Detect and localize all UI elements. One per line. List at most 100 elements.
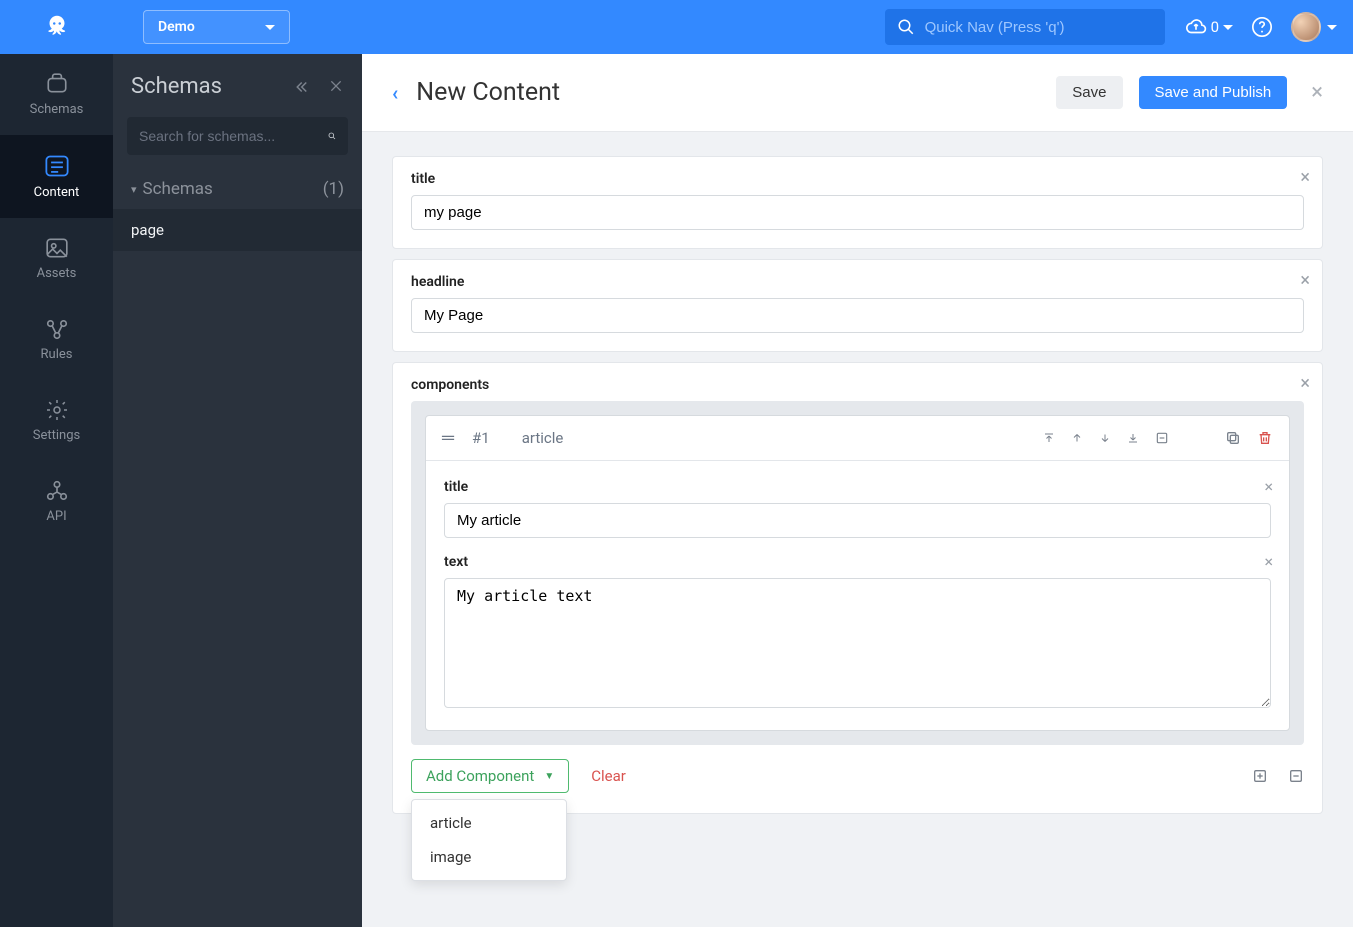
component-field-title: × title [444, 479, 1271, 538]
field-title: × title [392, 156, 1323, 249]
component-type: article [522, 429, 564, 447]
schemas-panel: Schemas ▾ Schemas (1) page [113, 54, 362, 927]
component-header: ═ #1 article [426, 416, 1289, 461]
search-icon [328, 126, 336, 146]
field-headline: × headline [392, 259, 1323, 352]
add-component-label: Add Component [426, 767, 534, 785]
main-content: ‹ New Content Save Save and Publish × × … [362, 54, 1353, 927]
main-header: ‹ New Content Save Save and Publish × [362, 54, 1353, 132]
group-label: Schemas [143, 179, 213, 199]
field-components: × components ═ #1 article [392, 362, 1323, 814]
clear-field-icon[interactable]: × [1300, 373, 1310, 394]
component-field-text: × text [444, 554, 1271, 712]
schemas-icon [43, 72, 71, 96]
form-area: × title × headline × components ═ #1 [362, 132, 1353, 864]
upload-count: 0 [1211, 18, 1219, 36]
collapse-icon[interactable] [292, 78, 310, 96]
search-icon [897, 18, 915, 36]
nav-item-schemas[interactable]: Schemas [0, 54, 113, 135]
nav-label: Rules [41, 347, 73, 362]
topbar-right: 0 [1185, 12, 1337, 42]
schema-group-header[interactable]: ▾ Schemas (1) [113, 169, 362, 209]
component-actions: Add Component ▼ Clear article image [411, 759, 1304, 793]
collapse-icon[interactable] [1155, 431, 1169, 445]
add-component-button[interactable]: Add Component ▼ [411, 759, 569, 793]
nav-label: Settings [33, 428, 80, 443]
move-down-icon[interactable] [1099, 432, 1111, 444]
dropdown-option-article[interactable]: article [412, 806, 566, 840]
schema-item-page[interactable]: page [113, 209, 362, 251]
delete-icon[interactable] [1257, 430, 1273, 446]
schema-search-input[interactable] [139, 128, 320, 144]
page-title: New Content [416, 78, 560, 107]
user-menu[interactable] [1291, 12, 1337, 42]
octopus-icon [42, 12, 72, 42]
cloud-upload-icon [1185, 16, 1207, 38]
schema-item-label: page [131, 221, 164, 239]
field-label: title [444, 479, 1271, 495]
rules-icon [43, 317, 71, 341]
clear-field-icon[interactable]: × [1300, 270, 1310, 291]
help-icon[interactable] [1251, 16, 1273, 38]
left-nav: Schemas Content Assets Rules Settings AP… [0, 54, 113, 927]
move-top-icon[interactable] [1043, 432, 1055, 444]
component-item: ═ #1 article [425, 415, 1290, 731]
avatar [1291, 12, 1321, 42]
nav-item-rules[interactable]: Rules [0, 299, 113, 380]
field-label: title [411, 171, 1304, 187]
nav-label: Schemas [30, 102, 84, 117]
group-count: (1) [323, 179, 344, 199]
quick-nav-input[interactable] [925, 19, 1153, 36]
nav-label: Content [34, 185, 80, 200]
nav-item-api[interactable]: API [0, 461, 113, 542]
dropdown-option-image[interactable]: image [412, 840, 566, 874]
field-label: text [444, 554, 1271, 570]
nav-label: API [46, 509, 66, 524]
components-list: ═ #1 article [411, 401, 1304, 745]
component-text-input[interactable] [444, 578, 1271, 708]
nav-label: Assets [37, 266, 77, 281]
field-label: headline [411, 274, 1304, 290]
settings-icon [43, 398, 71, 422]
app-selector-label: Demo [158, 19, 195, 35]
clear-field-icon[interactable]: × [1264, 477, 1273, 496]
collapse-all-icon[interactable] [1288, 768, 1304, 784]
save-publish-button[interactable]: Save and Publish [1139, 76, 1288, 109]
caret-down-icon [265, 25, 275, 30]
component-index: #1 [472, 429, 490, 447]
app-logo[interactable] [0, 0, 113, 54]
assets-icon [43, 236, 71, 260]
api-icon [43, 479, 71, 503]
move-up-icon[interactable] [1071, 432, 1083, 444]
nav-item-assets[interactable]: Assets [0, 218, 113, 299]
upload-status[interactable]: 0 [1185, 16, 1233, 38]
add-component-dropdown: article image [411, 799, 567, 881]
copy-icon[interactable] [1225, 430, 1241, 446]
clear-components-button[interactable]: Clear [591, 767, 626, 785]
move-bottom-icon[interactable] [1127, 432, 1139, 444]
close-icon[interactable] [328, 78, 344, 94]
topbar: Demo 0 [0, 0, 1353, 54]
app-selector-dropdown[interactable]: Demo [143, 10, 290, 44]
caret-down-icon: ▾ [131, 183, 137, 196]
expand-all-icon[interactable] [1252, 768, 1268, 784]
clear-field-icon[interactable]: × [1264, 552, 1273, 571]
nav-item-content[interactable]: Content [0, 135, 113, 218]
close-icon[interactable]: × [1311, 80, 1323, 105]
field-label: components [411, 377, 1304, 393]
quick-nav-search[interactable] [885, 9, 1165, 45]
clear-field-icon[interactable]: × [1300, 167, 1310, 188]
schema-search[interactable] [127, 117, 348, 155]
title-input[interactable] [411, 195, 1304, 230]
caret-down-icon [1223, 25, 1233, 30]
content-icon [42, 153, 72, 179]
nav-item-settings[interactable]: Settings [0, 380, 113, 461]
component-title-input[interactable] [444, 503, 1271, 538]
caret-down-icon: ▼ [544, 771, 554, 782]
drag-handle-icon[interactable]: ═ [442, 428, 452, 448]
panel-title: Schemas [131, 74, 222, 99]
headline-input[interactable] [411, 298, 1304, 333]
caret-down-icon [1327, 25, 1337, 30]
back-icon[interactable]: ‹ [392, 81, 398, 105]
save-button[interactable]: Save [1056, 76, 1122, 109]
